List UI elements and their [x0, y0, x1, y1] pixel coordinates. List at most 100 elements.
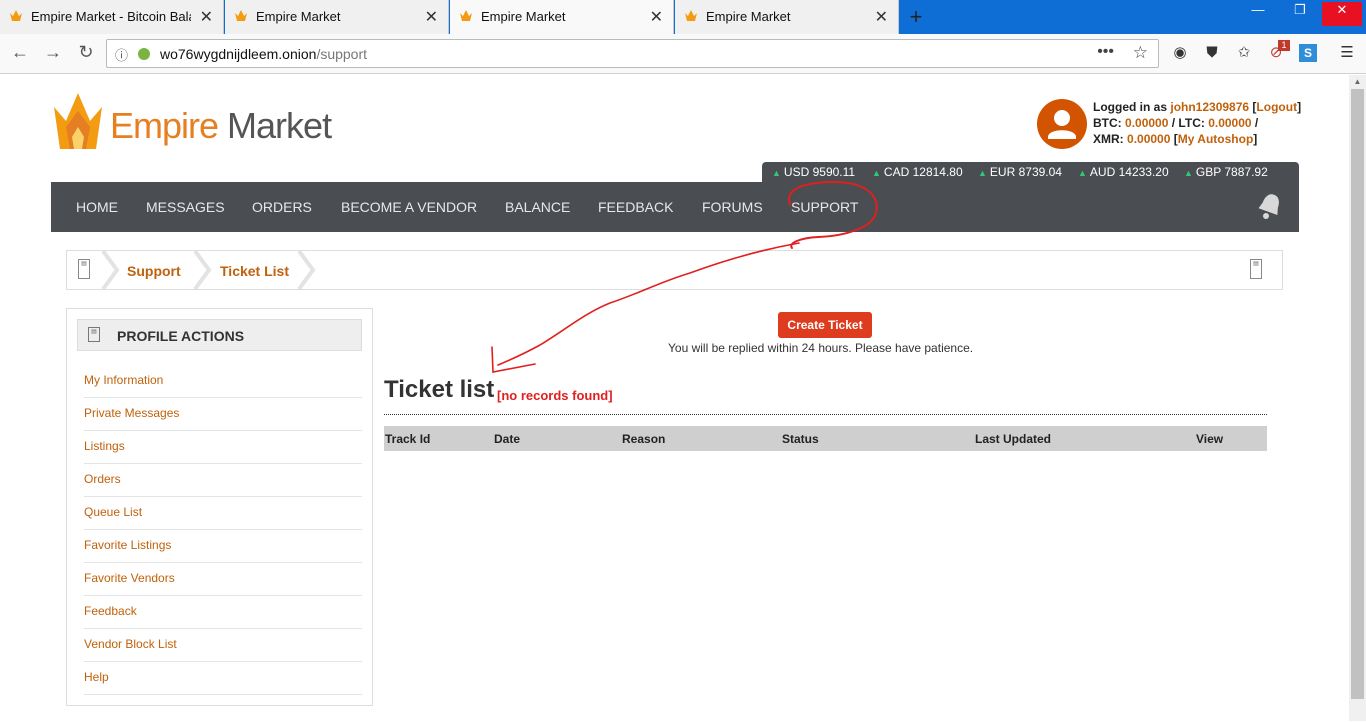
nav-orders[interactable]: ORDERS [252, 199, 312, 215]
shield-icon[interactable]: ⛊ [1203, 44, 1221, 62]
browser-toolbar: ← → ↻ ⓘ wo76wygdnijdleem.onion/support •… [0, 34, 1366, 74]
ticket-table-header: Track Id Date Reason Status Last Updated… [384, 426, 1267, 451]
star-list-icon[interactable]: ✩ [1235, 44, 1253, 62]
reply-note: You will be replied within 24 hours. Ple… [668, 341, 974, 355]
browser-tab-bar: Empire Market - Bitcoin Balanc ✕ Empire … [0, 0, 1366, 34]
nav-feedback[interactable]: FEEDBACK [598, 199, 673, 215]
column-header: Reason [622, 432, 666, 446]
skype-icon[interactable]: S [1299, 44, 1317, 62]
tab-title: Empire Market [481, 9, 566, 24]
url-text[interactable]: wo76wygdnijdleem.onion/support [160, 46, 367, 62]
column-header: View [1196, 432, 1224, 446]
ticker-item: ▲ USD 9590.11 [772, 165, 855, 179]
empire-favicon-icon [10, 10, 22, 21]
ticker-label: USD 9590.11 [783, 165, 856, 179]
breadcrumb-ticket-list[interactable]: Ticket List [220, 263, 289, 279]
column-header: Date [494, 432, 521, 446]
divider [384, 414, 1267, 415]
logout-link[interactable]: Logout [1256, 100, 1297, 114]
scroll-up-arrow-icon[interactable]: ▲ [1349, 75, 1366, 89]
sidebar-item-private-messages[interactable]: Private Messages [84, 398, 362, 431]
xmr-balance: 0.00000 [1127, 132, 1171, 146]
page: Empire Market Logged in as john12309876 … [0, 75, 1349, 722]
empire-favicon-icon [460, 10, 472, 21]
ticker-label: EUR 8739.04 [989, 165, 1062, 179]
user-info: Logged in as john12309876 [Logout] BTC: … [1093, 100, 1302, 146]
ticker-item: ▲ EUR 8739.04 [978, 165, 1062, 179]
sidebar-item-feedback[interactable]: Feedback [84, 596, 362, 629]
back-arrow-icon[interactable]: ← [8, 42, 32, 63]
empire-favicon-icon [235, 10, 247, 21]
avatar[interactable] [1037, 99, 1087, 149]
maximize-window-button[interactable]: ❐ [1280, 2, 1320, 26]
brand-second: Market [227, 105, 332, 146]
sidebar-item-favorite-listings[interactable]: Favorite Listings [84, 530, 362, 563]
create-ticket-button[interactable]: Create Ticket [778, 312, 872, 338]
sidebar-item-listings[interactable]: Listings [84, 431, 362, 464]
up-arrow-icon: ▲ [772, 168, 781, 178]
username-link[interactable]: john12309876 [1170, 100, 1249, 114]
nav-support[interactable]: SUPPORT [791, 199, 858, 215]
browser-tab[interactable]: Empire Market ✕ [675, 0, 899, 34]
column-header: Status [782, 432, 819, 446]
ltc-label: LTC: [1178, 116, 1205, 130]
notification-badge: 1 [1278, 40, 1290, 51]
url-bar[interactable]: ⓘ wo76wygdnijdleem.onion/support ••• ☆ [106, 39, 1159, 68]
nav-messages[interactable]: MESSAGES [146, 199, 225, 215]
nav-balance[interactable]: BALANCE [505, 199, 570, 215]
bell-icon[interactable] [1257, 191, 1283, 221]
close-tab-icon[interactable]: ✕ [650, 7, 663, 27]
sidebar-heading: PROFILE ACTIONS [117, 328, 245, 344]
sidebar-item-my-information[interactable]: My Information [84, 365, 362, 398]
sidebar-item-queue-list[interactable]: Queue List [84, 497, 362, 530]
brand-first: Empire [110, 105, 219, 146]
page-scrollbar[interactable]: ▲ [1349, 75, 1366, 721]
tab-title: Empire Market [706, 9, 791, 24]
nav-forums[interactable]: FORUMS [702, 199, 763, 215]
sidebar-item-favorite-vendors[interactable]: Favorite Vendors [84, 563, 362, 596]
up-arrow-icon: ▲ [872, 168, 881, 178]
minimize-window-button[interactable]: — [1238, 2, 1278, 26]
ticker-label: AUD 14233.20 [1089, 165, 1169, 179]
document-icon: ▤ [1250, 259, 1262, 279]
close-tab-icon[interactable]: ✕ [200, 7, 213, 27]
tab-title: Empire Market - Bitcoin Balanc [31, 9, 191, 24]
new-tab-button[interactable]: + [904, 4, 928, 30]
nav-become-vendor[interactable]: BECOME A VENDOR [341, 199, 477, 215]
sidebar-item-help[interactable]: Help [84, 662, 362, 695]
site-info-icon[interactable]: ⓘ [115, 45, 128, 64]
url-host: wo76wygdnijdleem.onion [160, 46, 317, 62]
ticket-list-title: Ticket list [384, 376, 495, 403]
sidebar-item-vendor-block-list[interactable]: Vendor Block List [84, 629, 362, 662]
close-tab-icon[interactable]: ✕ [425, 7, 438, 27]
breadcrumb-support[interactable]: Support [127, 263, 181, 279]
breadcrumb-chevron-icon [101, 251, 120, 289]
nav-home[interactable]: HOME [76, 199, 118, 215]
hamburger-menu-icon[interactable]: ☰ [1338, 44, 1356, 62]
scrollbar-thumb[interactable] [1351, 89, 1364, 699]
ticker-item: ▲ GBP 7887.92 [1184, 165, 1268, 179]
tor-onion-icon[interactable]: ◉ [1171, 44, 1189, 62]
ticker-label: CAD 12814.80 [883, 165, 963, 179]
profile-sidebar: ▤ PROFILE ACTIONS My Information Private… [66, 308, 373, 706]
close-window-button[interactable]: ✕ [1322, 2, 1362, 26]
ticker-item: ▲ CAD 12814.80 [872, 165, 963, 179]
browser-tab[interactable]: Empire Market ✕ [225, 0, 449, 34]
bookmark-star-icon[interactable]: ☆ [1133, 43, 1148, 63]
browser-tab[interactable]: Empire Market - Bitcoin Balanc ✕ [0, 0, 224, 34]
user-box: Logged in as john12309876 [Logout] BTC: … [1037, 99, 1307, 151]
forward-arrow-icon[interactable]: → [41, 42, 65, 63]
autoshop-link[interactable]: My Autoshop [1178, 132, 1254, 146]
onion-icon [138, 48, 150, 60]
xmr-label: XMR: [1093, 132, 1124, 146]
up-arrow-icon: ▲ [1184, 168, 1193, 178]
page-actions-icon[interactable]: ••• [1097, 43, 1114, 61]
site-logo[interactable]: Empire Market [52, 93, 352, 153]
tab-title: Empire Market [256, 9, 341, 24]
browser-tab-active[interactable]: Empire Market ✕ [450, 0, 674, 34]
close-tab-icon[interactable]: ✕ [875, 7, 888, 27]
sidebar-item-orders[interactable]: Orders [84, 464, 362, 497]
logged-in-label: Logged in as [1093, 100, 1168, 114]
ltc-balance: 0.00000 [1208, 116, 1252, 130]
reload-icon[interactable]: ↻ [74, 42, 98, 63]
